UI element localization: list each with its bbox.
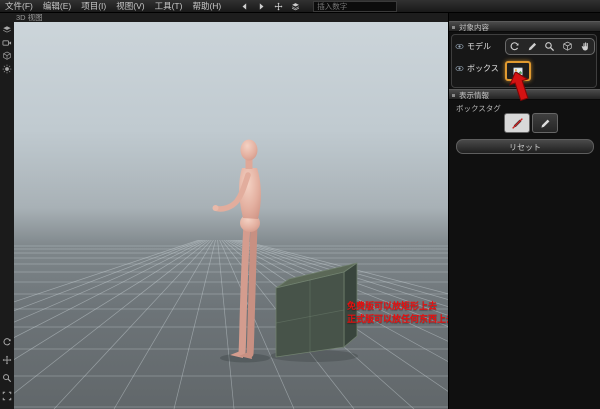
layers-icon[interactable] — [289, 1, 301, 12]
light-icon[interactable] — [2, 64, 12, 74]
menu-edit[interactable]: 编辑(E) — [38, 0, 76, 13]
back-icon[interactable] — [238, 1, 250, 12]
mannequin-figure[interactable] — [213, 140, 271, 363]
menu-help[interactable]: 帮助(H) — [187, 0, 226, 13]
menu-tools[interactable]: 工具(T) — [150, 0, 188, 13]
viewport-tab-bar: 3D 视图 — [0, 13, 448, 22]
orbit-tool-icon[interactable] — [509, 41, 520, 52]
camera-icon[interactable] — [2, 38, 12, 48]
annotation-line-2: 正式版可以放任何东西上去 — [347, 313, 448, 326]
right-panel: 対象内容 モデル ボックス — [448, 13, 600, 409]
panels-icon[interactable] — [2, 25, 12, 35]
cube-tool-icon[interactable] — [562, 41, 573, 52]
nav-icons — [238, 1, 301, 12]
menu-view[interactable]: 视图(V) — [111, 0, 149, 13]
forward-icon[interactable] — [255, 1, 267, 12]
app-window: 文件(F) 编辑(E) 项目(I) 视图(V) 工具(T) 帮助(H) 3D 视… — [0, 0, 600, 409]
pan-view-icon[interactable] — [2, 355, 12, 365]
annotation-line-1: 免费版可以放矩形上去 — [347, 300, 448, 313]
objects-section-header: 対象内容 — [449, 21, 600, 32]
box-visibility-eye-icon[interactable] — [455, 64, 464, 73]
menu-file[interactable]: 文件(F) — [0, 0, 38, 13]
reset-button[interactable]: リセット — [456, 139, 594, 154]
scene-canvas[interactable] — [14, 22, 448, 409]
left-toolbar — [0, 22, 14, 409]
zoom-view-icon[interactable] — [2, 373, 12, 383]
tag-edit-disabled-button[interactable] — [504, 113, 530, 133]
viewport-3d[interactable]: 免费版可以放矩形上去 正式版可以放任何东西上去 — [14, 22, 448, 409]
menu-project[interactable]: 项目(I) — [76, 0, 111, 13]
model-visibility-eye-icon[interactable] — [455, 42, 464, 51]
annotation-text: 免费版可以放矩形上去 正式版可以放任何东西上去 — [347, 300, 448, 326]
number-input[interactable] — [313, 1, 397, 12]
tab-3d-view[interactable]: 3D 视图 — [16, 13, 43, 22]
menu-bar: 文件(F) 编辑(E) 项目(I) 视图(V) 工具(T) 帮助(H) — [0, 0, 600, 13]
magnifier-tool-icon[interactable] — [544, 41, 555, 52]
orbit-view-icon[interactable] — [2, 337, 12, 347]
object-row-box[interactable]: ボックス — [467, 63, 499, 74]
model-tools-toolbar — [505, 38, 595, 55]
hand-tool-icon[interactable] — [580, 41, 591, 52]
ground-grid-rows — [14, 246, 448, 407]
tag-edit-button[interactable] — [532, 113, 558, 133]
box-tag-label: ボックスタグ — [456, 103, 501, 114]
move-icon[interactable] — [272, 1, 284, 12]
object-row-model[interactable]: モデル — [467, 41, 491, 52]
cube-icon[interactable] — [2, 51, 12, 61]
pencil-tool-icon[interactable] — [527, 41, 538, 52]
fit-view-icon[interactable] — [2, 391, 12, 401]
